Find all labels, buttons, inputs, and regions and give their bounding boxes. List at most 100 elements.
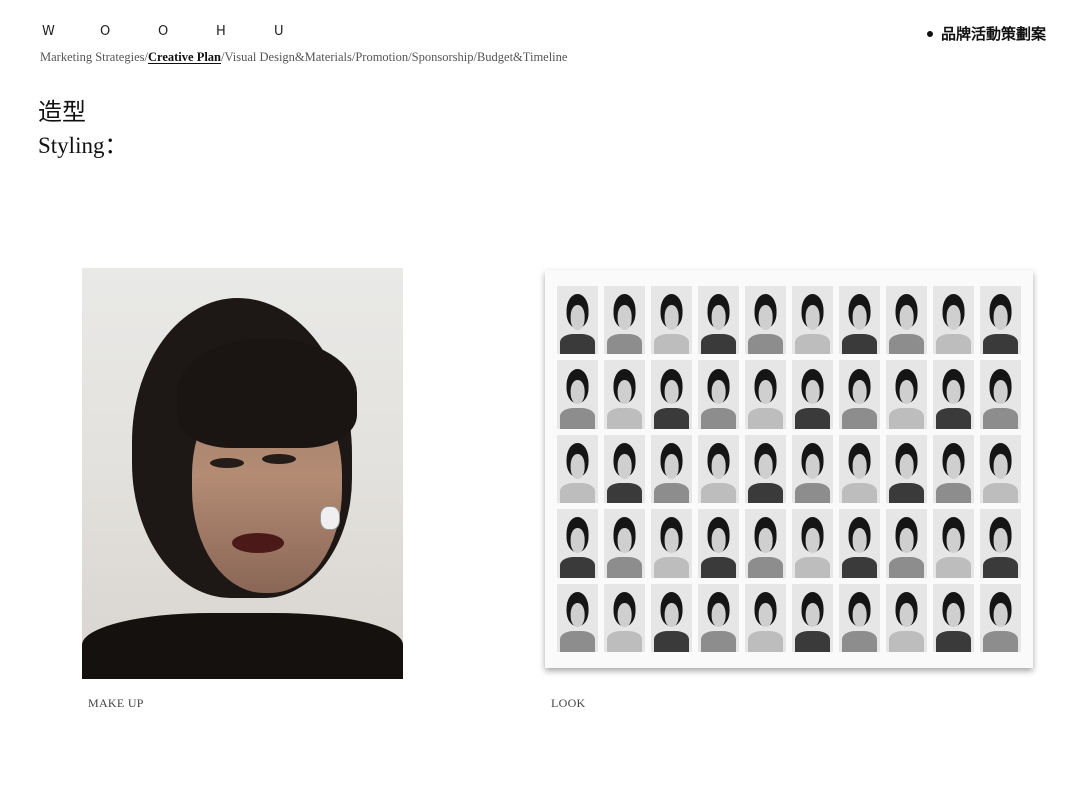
look-portrait-tile [698,509,739,578]
tile-face [993,453,1008,479]
look-portrait-tile [651,583,692,652]
tile-body [654,557,689,578]
tile-face [617,602,632,628]
look-caption: LOOK [551,696,586,710]
look-portrait-tile [792,583,833,652]
look-portrait-tile [839,434,880,504]
logo-letter: O [158,24,169,39]
tile-body [842,482,877,504]
tile-face [711,453,726,479]
tile-face [664,528,679,553]
look-portrait-tile [980,583,1021,652]
look-portrait-tile [980,360,1021,429]
look-portrait-tile [839,286,880,355]
look-portrait-tile [933,360,974,429]
tile-body [936,557,971,578]
brand-title[interactable]: 品牌活動策劃案 [926,23,1046,44]
look-portrait-tile [792,360,833,429]
tile-body [607,631,642,652]
tile-body [701,333,736,355]
look-portrait-tile [886,360,927,429]
tile-face [852,379,867,405]
look-portrait-tile [933,434,974,504]
tile-body [889,408,924,429]
nav-link-budget-timeline[interactable]: Budget&Timeline [477,50,568,64]
nav-link-marketing-strategies[interactable]: Marketing Strategies [40,50,145,64]
tile-body [654,408,689,429]
tile-body [701,408,736,429]
look-portrait-tile [792,286,833,355]
look-portrait-tile [980,286,1021,355]
nav-link-visual-design[interactable]: Visual Design&Materials [225,50,352,64]
tile-face [664,305,679,330]
tile-face [758,602,773,628]
tile-face [711,379,726,405]
look-portrait-tile [980,434,1021,504]
tile-face [993,528,1008,553]
look-portrait-tile [557,434,598,504]
tile-face [570,528,585,553]
tile-body [889,333,924,355]
tile-body [795,333,830,355]
breadcrumb-nav: Marketing Strategies/Creative Plan/Visua… [40,50,567,65]
look-portrait-tile [651,509,692,578]
look-portrait-tile [933,583,974,652]
look-portrait-tile [604,583,645,652]
look-portrait-tile [698,583,739,652]
tile-body [748,482,783,504]
look-portrait-tile [745,360,786,429]
photo-lips [232,533,284,553]
nav-link-promotion[interactable]: Promotion [355,50,408,64]
tile-face [711,602,726,628]
tile-face [899,305,914,330]
tile-body [842,557,877,578]
brand-title-text: 品牌活動策劃案 [940,25,1046,43]
tile-body [560,408,595,429]
tile-face [899,528,914,553]
tile-body [701,482,736,504]
tile-body [795,631,830,652]
logo[interactable]: W O O H U [42,24,332,39]
look-board-photo [545,270,1033,668]
tile-face [617,528,632,553]
tile-body [654,482,689,504]
tile-body [748,631,783,652]
logo-letter: W [42,24,55,39]
tile-face [570,305,585,330]
look-portrait-tile [745,286,786,355]
tile-body [560,482,595,504]
tile-body [983,482,1018,504]
look-portrait-tile [557,286,598,355]
look-portrait-tile [839,360,880,429]
look-portrait-tile [980,509,1021,578]
tile-face [617,453,632,479]
section-title-zh: 造型 [38,98,86,126]
tile-face [570,453,585,479]
look-portrait-tile [604,360,645,429]
look-portrait-tile [839,583,880,652]
tile-body [607,333,642,355]
nav-link-creative-plan[interactable]: Creative Plan [148,50,221,64]
tile-face [617,305,632,330]
tile-face [852,453,867,479]
tile-face [758,379,773,405]
tile-face [993,379,1008,405]
tile-body [983,408,1018,429]
look-portrait-tile [933,286,974,355]
nav-link-sponsorship[interactable]: Sponsorship [412,50,474,64]
photo-eye [210,458,244,468]
tile-face [758,453,773,479]
tile-face [852,305,867,330]
look-portrait-tile [886,583,927,652]
photo-top [82,613,403,679]
look-portrait-tile [886,509,927,578]
tile-face [711,528,726,553]
look-portrait-tile [604,509,645,578]
tile-body [560,557,595,578]
tile-body [607,408,642,429]
tile-face [946,379,961,405]
look-portrait-tile [698,286,739,355]
look-portrait-tile [792,434,833,504]
photo-fringe [177,338,357,448]
look-portrait-tile [651,286,692,355]
